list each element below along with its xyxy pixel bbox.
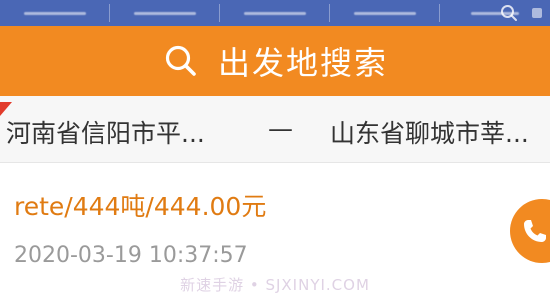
page-title: 出发地搜索: [217, 44, 388, 82]
search-header[interactable]: 出发地搜索: [0, 26, 550, 96]
call-button[interactable]: [510, 199, 550, 263]
destination-location: 山东省聊城市莘...: [330, 119, 529, 148]
route-separator: —: [268, 114, 293, 143]
blurred-tab-label: [134, 11, 196, 15]
top-more-icon[interactable]: [524, 0, 550, 26]
watermark: 新速手游 • SJXINYI.COM: [180, 276, 370, 294]
route-row[interactable]: 河南省信阳市平... — 山东省聊城市莘...: [0, 96, 550, 163]
origin-location: 河南省信阳市平...: [6, 119, 205, 148]
top-tab-4[interactable]: [330, 0, 440, 26]
app-screen: 出发地搜索 河南省信阳市平... — 山东省聊城市莘... rete/444吨/…: [0, 0, 550, 306]
blurred-tab-label: [24, 11, 86, 15]
top-tab-1[interactable]: [0, 0, 110, 26]
top-tab-3[interactable]: [220, 0, 330, 26]
phone-icon: [524, 220, 546, 242]
blurred-tab-label: [354, 11, 416, 15]
top-tab-strip: [0, 0, 550, 27]
top-tab-2[interactable]: [110, 0, 220, 26]
blurred-tab-label: [244, 11, 306, 15]
search-icon: [162, 42, 200, 80]
timestamp: 2020-03-19 10:37:57: [14, 243, 248, 268]
top-search-icon[interactable]: [498, 2, 520, 24]
price-info: rete/444吨/444.00元: [14, 192, 267, 221]
